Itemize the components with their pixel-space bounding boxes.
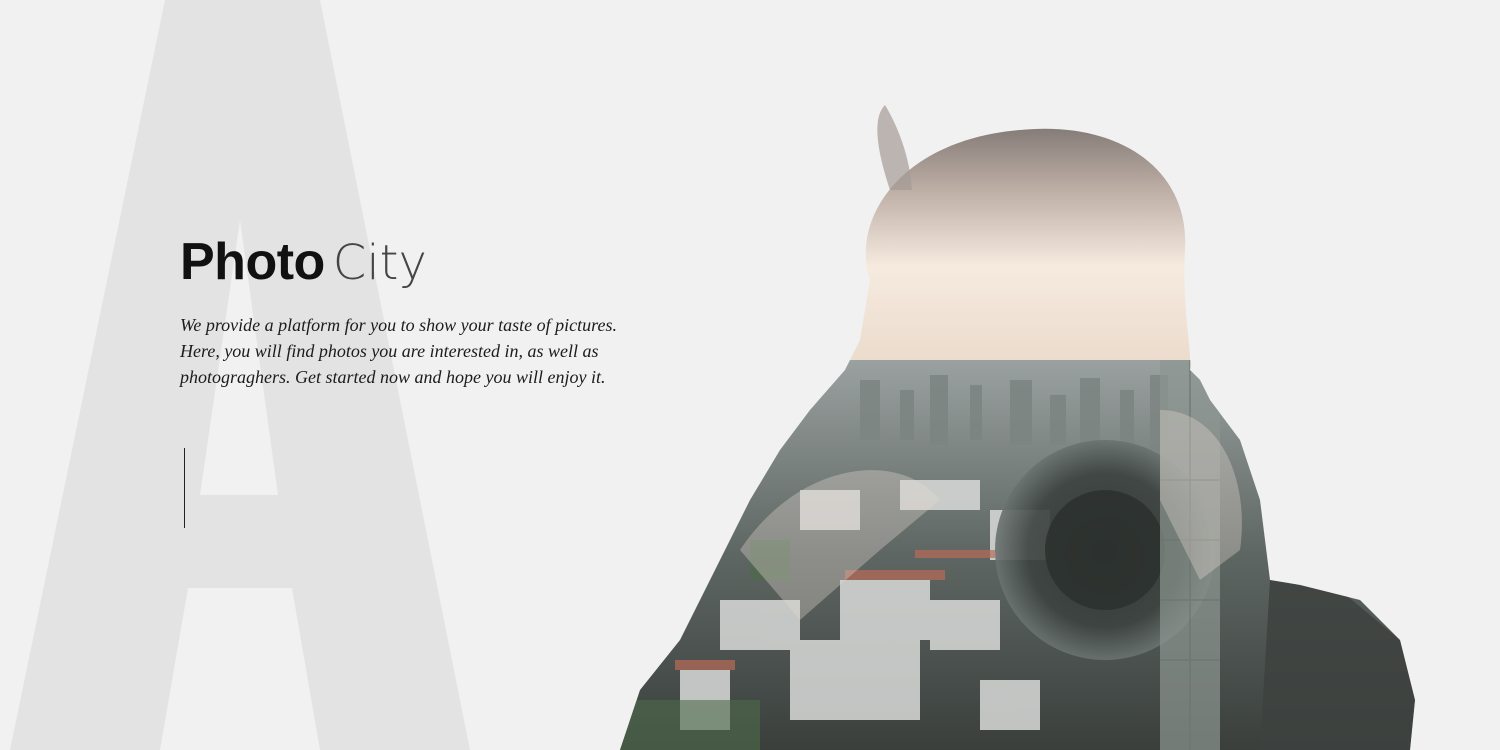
- vertical-divider: [184, 448, 185, 528]
- brand-title-strong: Photo: [180, 233, 325, 291]
- photographer-city-image: [620, 105, 1415, 750]
- hero-tagline: We provide a platform for you to show yo…: [180, 315, 617, 387]
- brand-title-light: City: [332, 235, 427, 291]
- hero-section: Photo City We provide a platform for you …: [0, 0, 1500, 750]
- brand-title: Photo City: [180, 230, 427, 295]
